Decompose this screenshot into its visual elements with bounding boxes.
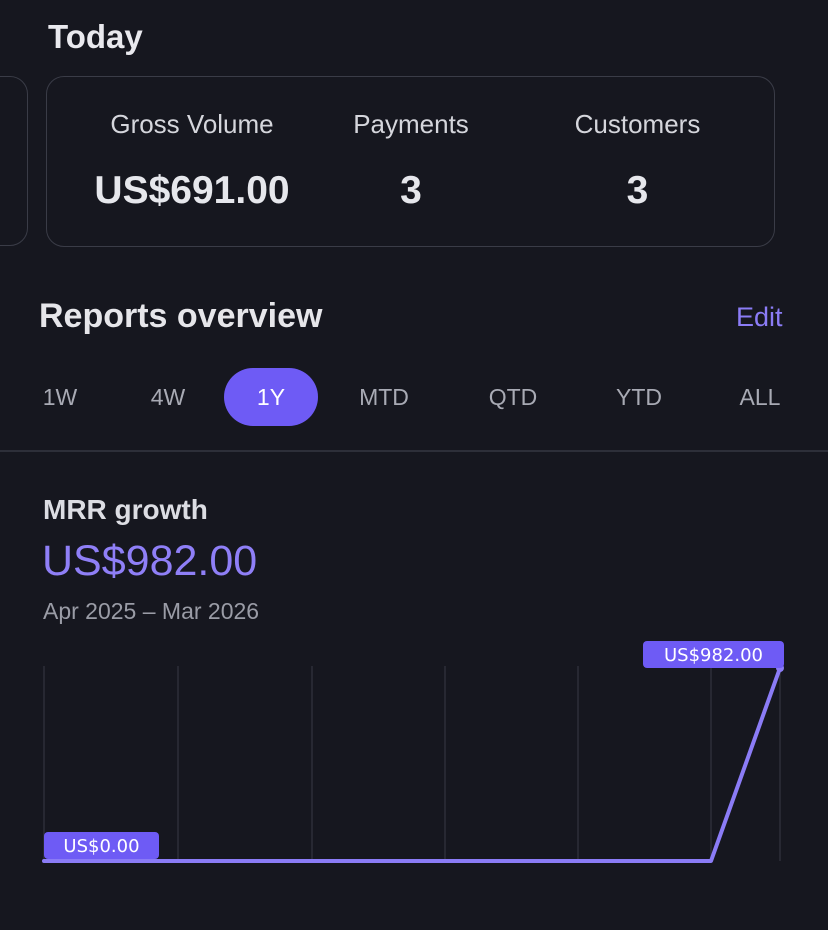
- chart-label-end: US$982.00: [643, 641, 784, 668]
- chart-series: [42, 664, 784, 863]
- stripe-dashboard-screen: Today Gross Volume US$691.00 Payments 3 …: [0, 0, 828, 930]
- mrr-growth-chart[interactable]: US$0.00 US$982.00: [0, 0, 828, 930]
- chart-label-start-text: US$0.00: [63, 836, 139, 857]
- chart-label-end-text: US$982.00: [664, 645, 763, 666]
- chart-gridlines: [43, 666, 781, 861]
- chart-annotations: US$0.00 US$982.00: [44, 641, 784, 859]
- chart-label-start: US$0.00: [44, 832, 159, 859]
